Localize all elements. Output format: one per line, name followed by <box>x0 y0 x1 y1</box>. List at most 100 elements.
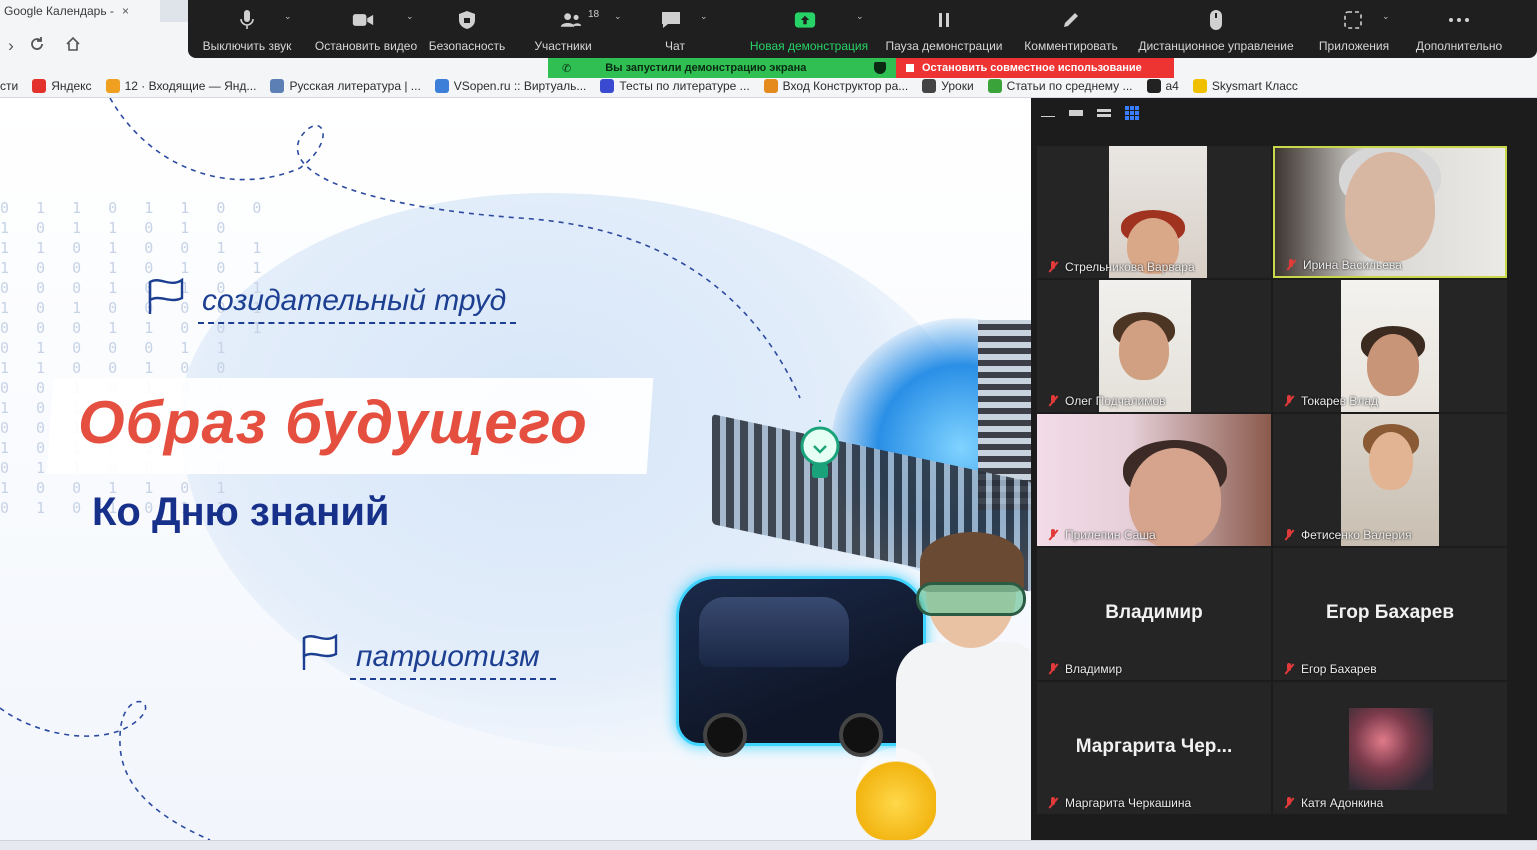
bookmark-favicon-icon <box>922 78 937 93</box>
bookmark-item[interactable]: Уроки <box>922 78 974 93</box>
bookmark-item[interactable]: Skysmart Класс <box>1192 78 1298 93</box>
chevron-down-icon[interactable]: ⌄ <box>406 11 414 22</box>
participant-name-label: Ирина Васильева <box>1285 258 1402 272</box>
participant-tile[interactable]: Фетисенко Валерия <box>1273 414 1507 546</box>
security-button[interactable]: Безопасность <box>426 1 508 53</box>
participant-tile[interactable]: Маргарита Чер... Маргарита Черкашина <box>1037 682 1271 814</box>
bookmark-item[interactable]: a4 <box>1146 78 1179 93</box>
annotate-button[interactable]: Комментировать <box>1014 1 1128 53</box>
participant-tile[interactable]: Катя Адонкина <box>1273 682 1507 814</box>
chevron-down-icon[interactable]: ⌄ <box>856 11 864 22</box>
bookmark-item[interactable]: VSopen.ru :: Виртуаль... <box>434 78 586 93</box>
participant-tile[interactable]: Ирина Васильева <box>1273 146 1507 278</box>
participant-name: Фетисенко Валерия <box>1301 528 1412 542</box>
participant-tile[interactable]: Олег Подчалимов <box>1037 280 1271 412</box>
tab-close-icon[interactable]: × <box>122 4 129 18</box>
bookmark-label: 12 · Входящие — Янд... <box>124 78 257 93</box>
apps-icon <box>1342 9 1364 31</box>
bookmark-label: Уроки <box>941 78 974 93</box>
participant-name-label: Маргарита Черкашина <box>1047 796 1191 810</box>
participant-name-label: Олег Подчалимов <box>1047 394 1166 408</box>
participant-name-label: Владимир <box>1047 662 1122 676</box>
phone-icon: ✆ <box>562 62 572 75</box>
slide-title: Образ будущего <box>78 389 588 456</box>
participant-name-label: Стрельникова Варвара <box>1047 260 1195 274</box>
bookmark-favicon-icon <box>32 78 47 93</box>
bookmark-favicon-icon <box>105 78 120 93</box>
mic-muted-icon <box>1283 395 1295 407</box>
participant-video <box>1099 280 1191 412</box>
participant-name: Егор Бахарев <box>1301 662 1377 676</box>
participant-tile[interactable]: Владимир Владимир <box>1037 548 1271 680</box>
bookmark-item[interactable]: Вход Конструктор ра... <box>763 78 909 93</box>
mic-muted-icon <box>1047 663 1059 675</box>
bookmark-favicon-icon <box>434 78 449 93</box>
video-camera-icon <box>352 9 374 31</box>
bookmark-favicon-icon <box>987 78 1002 93</box>
participant-tile[interactable]: Егор Бахарев Егор Бахарев <box>1273 548 1507 680</box>
mic-muted-icon <box>1283 797 1295 809</box>
participant-name: Катя Адонкина <box>1301 796 1384 810</box>
participant-name: Владимир <box>1065 662 1123 676</box>
mouse-icon <box>1205 9 1227 31</box>
bookmark-label: Яндекс <box>51 78 92 93</box>
participant-tile[interactable]: Стрельникова Варвара <box>1037 146 1271 278</box>
dashed-underline <box>198 322 516 324</box>
pause-icon <box>933 9 955 31</box>
new-share-button[interactable]: ⌄ Новая демонстрация <box>744 1 874 53</box>
participant-tile[interactable]: Токарев Влад <box>1273 280 1507 412</box>
participant-name: Ирина Васильева <box>1303 258 1402 272</box>
pause-share-button[interactable]: Пауза демонстрации <box>874 1 1014 53</box>
participants-gallery: Стрельникова Варвара Ирина Васильева Олег … <box>1031 98 1537 840</box>
participants-icon <box>560 9 582 31</box>
bookmark-item[interactable]: Тесты по литературе ... <box>600 78 750 93</box>
home-icon[interactable] <box>62 36 84 57</box>
apps-button[interactable]: ⌄ Приложения <box>1304 1 1404 53</box>
bookmark-label: Русская литература | ... <box>289 78 421 93</box>
reload-icon[interactable] <box>26 36 48 57</box>
participant-name-label: Катя Адонкина <box>1283 796 1383 810</box>
bookmark-item[interactable]: Русская литература | ... <box>270 78 421 93</box>
stop-square-icon <box>906 64 914 72</box>
participant-tile[interactable]: Прилепин Саша <box>1037 414 1271 546</box>
zoom-meeting-toolbar: ⌄ Выключить звук ⌄ Остановить видео Безо… <box>188 0 1537 58</box>
shield-icon <box>456 9 478 31</box>
tag-creative-work: созидательный труд <box>202 284 507 317</box>
more-button[interactable]: Дополнительно <box>1404 1 1514 53</box>
gallery-grid-icon[interactable] <box>1125 106 1139 120</box>
chevron-down-icon[interactable]: ⌄ <box>614 11 622 22</box>
participant-face <box>1119 320 1169 380</box>
minimize-icon[interactable] <box>1041 108 1055 118</box>
participant-display-name: Владимир <box>1105 602 1203 623</box>
participant-name-label: Токарев Влад <box>1283 394 1378 408</box>
participant-name-label: Фетисенко Валерия <box>1283 528 1412 542</box>
participants-button[interactable]: 18 ⌄ Участники <box>508 1 658 53</box>
chevron-down-icon[interactable]: ⌄ <box>1382 11 1390 22</box>
single-speaker-icon[interactable] <box>1069 108 1083 118</box>
more-dots-icon <box>1448 9 1470 31</box>
chat-button[interactable]: ⌄ Чат <box>658 1 744 53</box>
bus-window <box>699 597 849 667</box>
remote-control-button[interactable]: Дистанционное управление <box>1128 1 1304 53</box>
bookmark-label: сти <box>0 78 19 93</box>
taskbar <box>0 840 1537 850</box>
participant-name: Маргарита Черкашина <box>1065 796 1192 810</box>
participant-face <box>1345 152 1435 262</box>
bookmark-item[interactable]: Яндекс <box>32 78 92 93</box>
bookmark-item[interactable]: сти <box>0 79 18 93</box>
mute-button[interactable]: ⌄ Выключить звук <box>188 1 306 53</box>
bookmark-favicon-icon <box>600 78 615 93</box>
forward-arrow-icon[interactable]: › <box>0 36 22 56</box>
chevron-down-icon[interactable]: ⌄ <box>284 11 292 22</box>
participant-video <box>1341 414 1439 546</box>
bookmark-label: a4 <box>1165 78 1179 93</box>
stop-video-button[interactable]: ⌄ Остановить видео <box>306 1 426 53</box>
strip-view-icon[interactable] <box>1097 108 1111 118</box>
browser-tab[interactable]: Google Календарь - × <box>0 0 160 22</box>
bookmark-item[interactable]: Статьи по среднему ... <box>987 78 1133 93</box>
tab-title: Google Календарь - <box>4 4 114 18</box>
stop-share-button[interactable]: Остановить совместное использование <box>896 58 1174 78</box>
bookmark-item[interactable]: 12 · Входящие — Янд... <box>105 78 257 93</box>
chevron-down-icon[interactable]: ⌄ <box>700 11 708 22</box>
bookmark-label: Вход Конструктор ра... <box>782 78 909 93</box>
